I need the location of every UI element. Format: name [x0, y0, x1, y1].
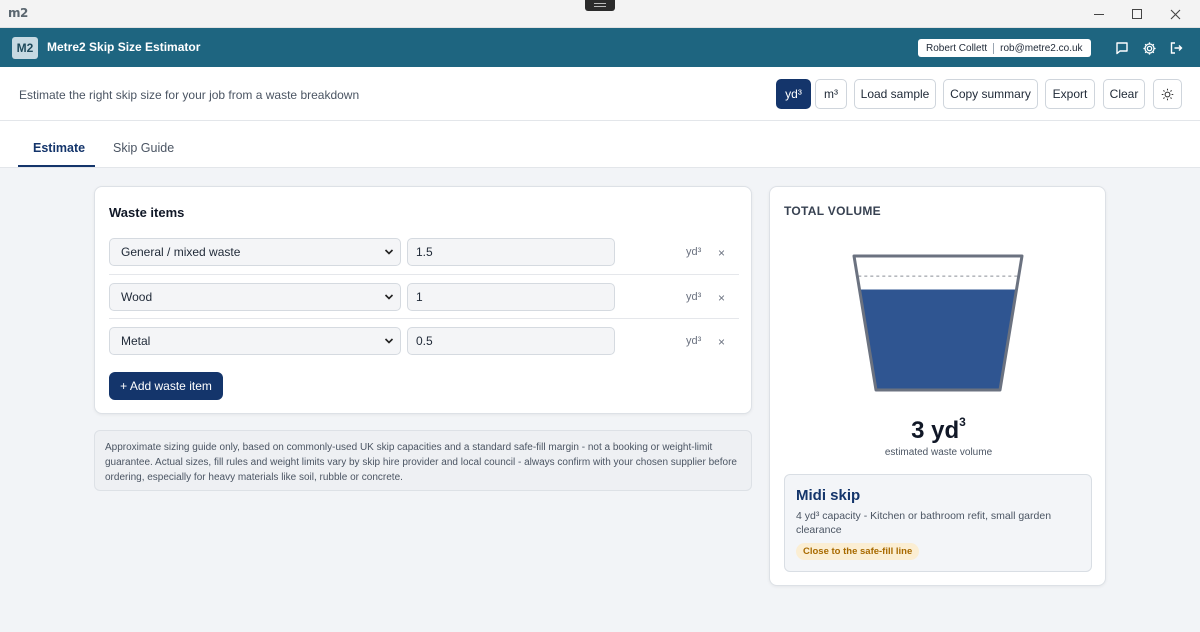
recommended-skip: Midi skip 4 yd³ capacity - Kitchen or ba…	[784, 474, 1092, 572]
add-waste-item-button[interactable]: + Add waste item	[109, 372, 223, 400]
waste-items-card: Waste items General / mixed waste 1.5 yd…	[94, 186, 752, 414]
divider	[993, 42, 995, 54]
recommended-skip-name: Midi skip	[796, 487, 861, 504]
remove-item-button[interactable]: ×	[718, 291, 725, 305]
recommended-skip-description: 4 yd³ capacity - Kitchen or bathroom ref…	[796, 510, 1052, 536]
settings-button[interactable]	[1140, 39, 1158, 57]
row-divider	[109, 274, 739, 275]
app-icon: m2	[8, 6, 28, 20]
total-volume-value: 3 yd3	[911, 415, 966, 444]
fill-status-badge: Close to the safe-fill line	[796, 543, 920, 560]
unit-yd-toggle[interactable]: yd³	[776, 79, 811, 109]
maximize-icon	[1132, 9, 1142, 19]
user-email: rob@metre2.co.uk	[1000, 42, 1083, 54]
minimize-icon	[1094, 13, 1104, 15]
skip-fill-level	[859, 289, 1017, 390]
chevron-down-icon	[384, 294, 394, 300]
toolbar: Estimate the right skip size for your jo…	[0, 67, 1200, 121]
waste-type-select[interactable]: Wood	[109, 283, 401, 311]
app-logo: M2	[12, 37, 38, 59]
unit-m-toggle[interactable]: m³	[815, 79, 847, 109]
chevron-down-icon	[384, 249, 394, 255]
logout-icon	[1170, 42, 1183, 54]
page-subtitle: Estimate the right skip size for your jo…	[19, 88, 360, 102]
tab-estimate[interactable]: Estimate	[33, 141, 85, 155]
unit-label: yd³	[686, 335, 702, 347]
theme-toggle-button[interactable]	[1153, 79, 1182, 109]
close-window-button[interactable]	[1152, 0, 1198, 28]
window-drag-handle[interactable]	[585, 0, 615, 11]
app-header: M2 Metre2 Skip Size Estimator Robert Col…	[0, 28, 1200, 67]
clear-button[interactable]: Clear	[1103, 79, 1145, 109]
active-tab-indicator	[18, 165, 95, 167]
copy-summary-button[interactable]: Copy summary	[943, 79, 1038, 109]
close-icon	[1170, 9, 1180, 19]
quantity-input[interactable]: 1	[407, 283, 615, 311]
gear-icon	[1142, 41, 1156, 55]
load-sample-button[interactable]: Load sample	[854, 79, 936, 109]
total-volume-caption: estimated waste volume	[884, 447, 993, 458]
remove-item-button[interactable]: ×	[718, 335, 725, 349]
row-divider	[109, 318, 739, 319]
app-title: Metre2 Skip Size Estimator	[47, 40, 201, 54]
waste-type-select[interactable]: General / mixed waste	[109, 238, 401, 266]
window-titlebar: m2	[0, 0, 1200, 28]
remove-item-button[interactable]: ×	[718, 246, 725, 260]
unit-label: yd³	[686, 246, 702, 258]
total-volume-title: TOTAL VOLUME	[784, 204, 881, 218]
unit-label: yd³	[686, 291, 702, 303]
tab-skip-guide[interactable]: Skip Guide	[113, 141, 174, 155]
user-name: Robert Collett	[926, 42, 988, 54]
sun-icon	[1161, 88, 1174, 100]
skip-fill-graphic	[852, 254, 1024, 392]
quantity-input[interactable]: 0.5	[407, 327, 615, 355]
export-button[interactable]: Export	[1045, 79, 1095, 109]
quantity-input[interactable]: 1.5	[407, 238, 615, 266]
chat-icon	[1116, 42, 1128, 55]
feedback-button[interactable]	[1113, 39, 1131, 57]
waste-items-title: Waste items	[109, 205, 185, 220]
disclaimer-note: Approximate sizing guide only, based on …	[94, 430, 752, 491]
user-account-pill[interactable]: Robert Collett rob@metre2.co.uk	[918, 39, 1091, 57]
chevron-down-icon	[384, 338, 394, 344]
total-volume-card: TOTAL VOLUME 3 yd3 estimated waste volum…	[769, 186, 1106, 586]
logout-button[interactable]	[1167, 39, 1185, 57]
waste-type-select[interactable]: Metal	[109, 327, 401, 355]
tab-bar: Estimate Skip Guide	[0, 121, 1200, 168]
